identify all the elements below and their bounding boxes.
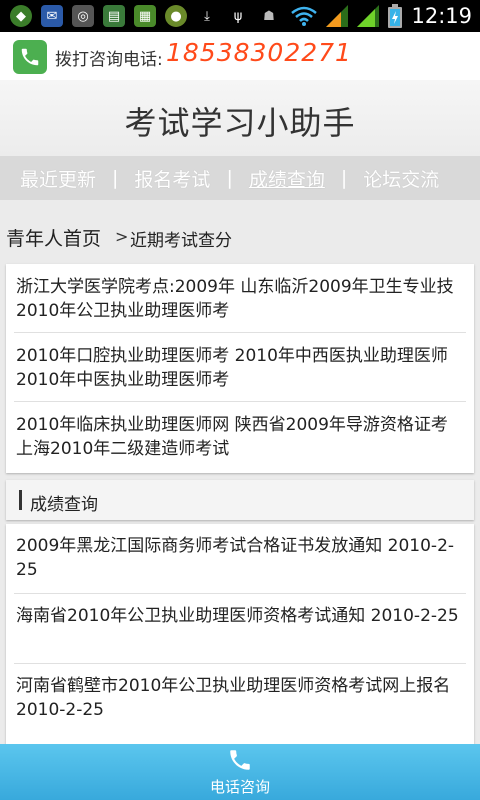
nav-item-scores[interactable]: 成绩查询 [249, 165, 325, 192]
phone-icon[interactable] [13, 40, 47, 74]
header: 考试学习小助手 [0, 80, 480, 156]
wifi-icon [291, 6, 318, 26]
nav-separator: | [226, 167, 233, 189]
download-icon: ⤓ [204, 8, 210, 24]
phone-number[interactable]: 18538302271 [166, 38, 352, 67]
list-item[interactable]: 浙江大学医学院考点:2009年 山东临沂2009年卫生专业技 2010年公卫执业… [14, 264, 466, 333]
call-button-label: 电话咨询 [209, 778, 270, 796]
status-bar: ◆ ✉ ◎ ▤ ▦ ● ⤓ ψ ☗ 12:19 [0, 0, 480, 32]
nav-item-recent[interactable]: 最近更新 [20, 165, 96, 192]
section-title: 成绩查询 [30, 495, 98, 515]
list-item[interactable]: 2010年口腔执业助理医师考 2010年中西医执业助理医师 2010年中医执业助… [14, 333, 466, 402]
page-title: 考试学习小助手 [124, 104, 356, 142]
news-panel: 2009年黑龙江国际商务师考试合格证书发放通知 2010-2-25 海南省201… [6, 524, 474, 744]
call-button[interactable]: 电话咨询 [0, 744, 480, 800]
list-item[interactable]: 2009年黑龙江国际商务师考试合格证书发放通知 2010-2-25 [14, 524, 466, 594]
list-item[interactable]: 2010年临床执业助理医师网 陕西省2009年导游资格证考 上海2010年二级建… [14, 402, 466, 470]
nav-item-forum[interactable]: 论坛交流 [363, 165, 439, 192]
breadcrumb: 青年人首页 > 近期考试查分 [0, 214, 480, 258]
app-icon-6: ● [165, 5, 187, 27]
list-item[interactable]: 海南省2010年公卫执业助理医师资格考试通知 2010-2-25 [14, 594, 466, 664]
links-panel: 浙江大学医学院考点:2009年 山东临沂2009年卫生专业技 2010年公卫执业… [6, 264, 474, 473]
app-icon-2: ✉ [41, 5, 63, 27]
app-icon-4: ▤ [103, 5, 125, 27]
app-icon-3: ◎ [72, 5, 94, 27]
battery-icon [388, 4, 403, 28]
section-header: 成绩查询 [6, 480, 474, 520]
notification-icons: ◆ ✉ ◎ ▤ ▦ ● ⤓ ψ ☗ [10, 5, 280, 27]
breadcrumb-separator: > [115, 227, 129, 246]
signal-icon-2 [357, 5, 380, 27]
breadcrumb-home[interactable]: 青年人首页 [6, 224, 101, 251]
section-marker [19, 490, 22, 510]
breadcrumb-current: 近期考试查分 [130, 231, 232, 251]
app-icon-5: ▦ [134, 5, 156, 27]
signal-icon-1 [326, 5, 349, 27]
nav-item-register[interactable]: 报名考试 [134, 165, 210, 192]
phone-bar[interactable]: 拨打咨询电话: 18538302271 [0, 32, 480, 81]
list-item[interactable]: 河南省鹤壁市2010年公卫执业助理医师资格考试网上报名 2010-2-25 [14, 664, 466, 733]
system-icons: 12:19 [291, 3, 472, 29]
nav-separator: | [340, 167, 348, 189]
usb-icon: ψ [233, 8, 243, 24]
phone-icon [230, 750, 250, 770]
nav-bar: 最近更新 | 报名考试 | 成绩查询 | 论坛交流 [0, 156, 480, 200]
phone-label: 拨打咨询电话: [55, 50, 163, 70]
app-icon-1: ◆ [10, 5, 32, 27]
nav-separator: | [112, 167, 119, 189]
android-icon: ☗ [263, 8, 275, 24]
clock: 12:19 [411, 4, 472, 28]
